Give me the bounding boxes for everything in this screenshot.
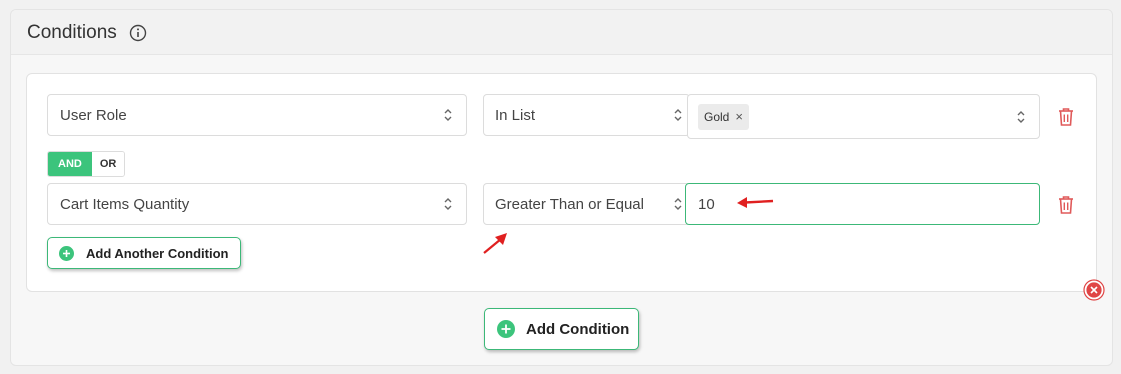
- condition-1-field-select[interactable]: User Role: [47, 94, 467, 136]
- condition-1-value-multiselect[interactable]: Gold ×: [687, 94, 1040, 139]
- condition-2-field-select[interactable]: Cart Items Quantity: [47, 183, 467, 225]
- sort-arrows-icon: [674, 198, 682, 210]
- sort-arrows-icon: [444, 198, 452, 210]
- panel-header: Conditions: [11, 10, 1112, 55]
- logic-or-button[interactable]: OR: [91, 152, 125, 176]
- add-condition-button[interactable]: Add Condition: [484, 308, 639, 350]
- condition-2-field-value: Cart Items Quantity: [60, 195, 190, 213]
- condition-2-value-text: 10: [698, 195, 715, 213]
- delete-condition-2-trash-icon[interactable]: [1056, 194, 1076, 216]
- plus-icon: [59, 245, 74, 261]
- condition-1-operator-select[interactable]: In List: [483, 94, 690, 136]
- sort-arrows-icon: [674, 109, 682, 121]
- add-another-condition-label: Add Another Condition: [86, 245, 229, 261]
- condition-1-operator-value: In List: [495, 106, 536, 124]
- add-another-condition-button[interactable]: Add Another Condition: [47, 237, 241, 269]
- annotation-arrow-left: [737, 197, 774, 208]
- condition-1-field-value: User Role: [60, 106, 127, 124]
- panel-title: Conditions: [27, 22, 117, 43]
- sort-arrows-icon: [1017, 110, 1025, 123]
- tag-label: Gold: [704, 109, 730, 124]
- condition-2-operator-value: Greater Than or Equal: [495, 195, 644, 213]
- selected-tag: Gold ×: [698, 103, 749, 130]
- annotation-arrow-diagonal: [483, 233, 507, 254]
- delete-condition-1-trash-icon[interactable]: [1056, 106, 1076, 128]
- plus-icon: [497, 320, 515, 338]
- and-or-toggle: AND OR: [47, 151, 126, 177]
- condition-2-operator-select[interactable]: Greater Than or Equal: [483, 183, 690, 225]
- add-condition-label: Add Condition: [526, 320, 630, 338]
- sort-arrows-icon: [444, 109, 452, 121]
- tag-remove-icon[interactable]: ×: [735, 109, 743, 124]
- logic-and-button[interactable]: AND: [48, 152, 92, 176]
- info-icon[interactable]: [129, 24, 147, 42]
- close-circle-icon[interactable]: [1083, 279, 1105, 301]
